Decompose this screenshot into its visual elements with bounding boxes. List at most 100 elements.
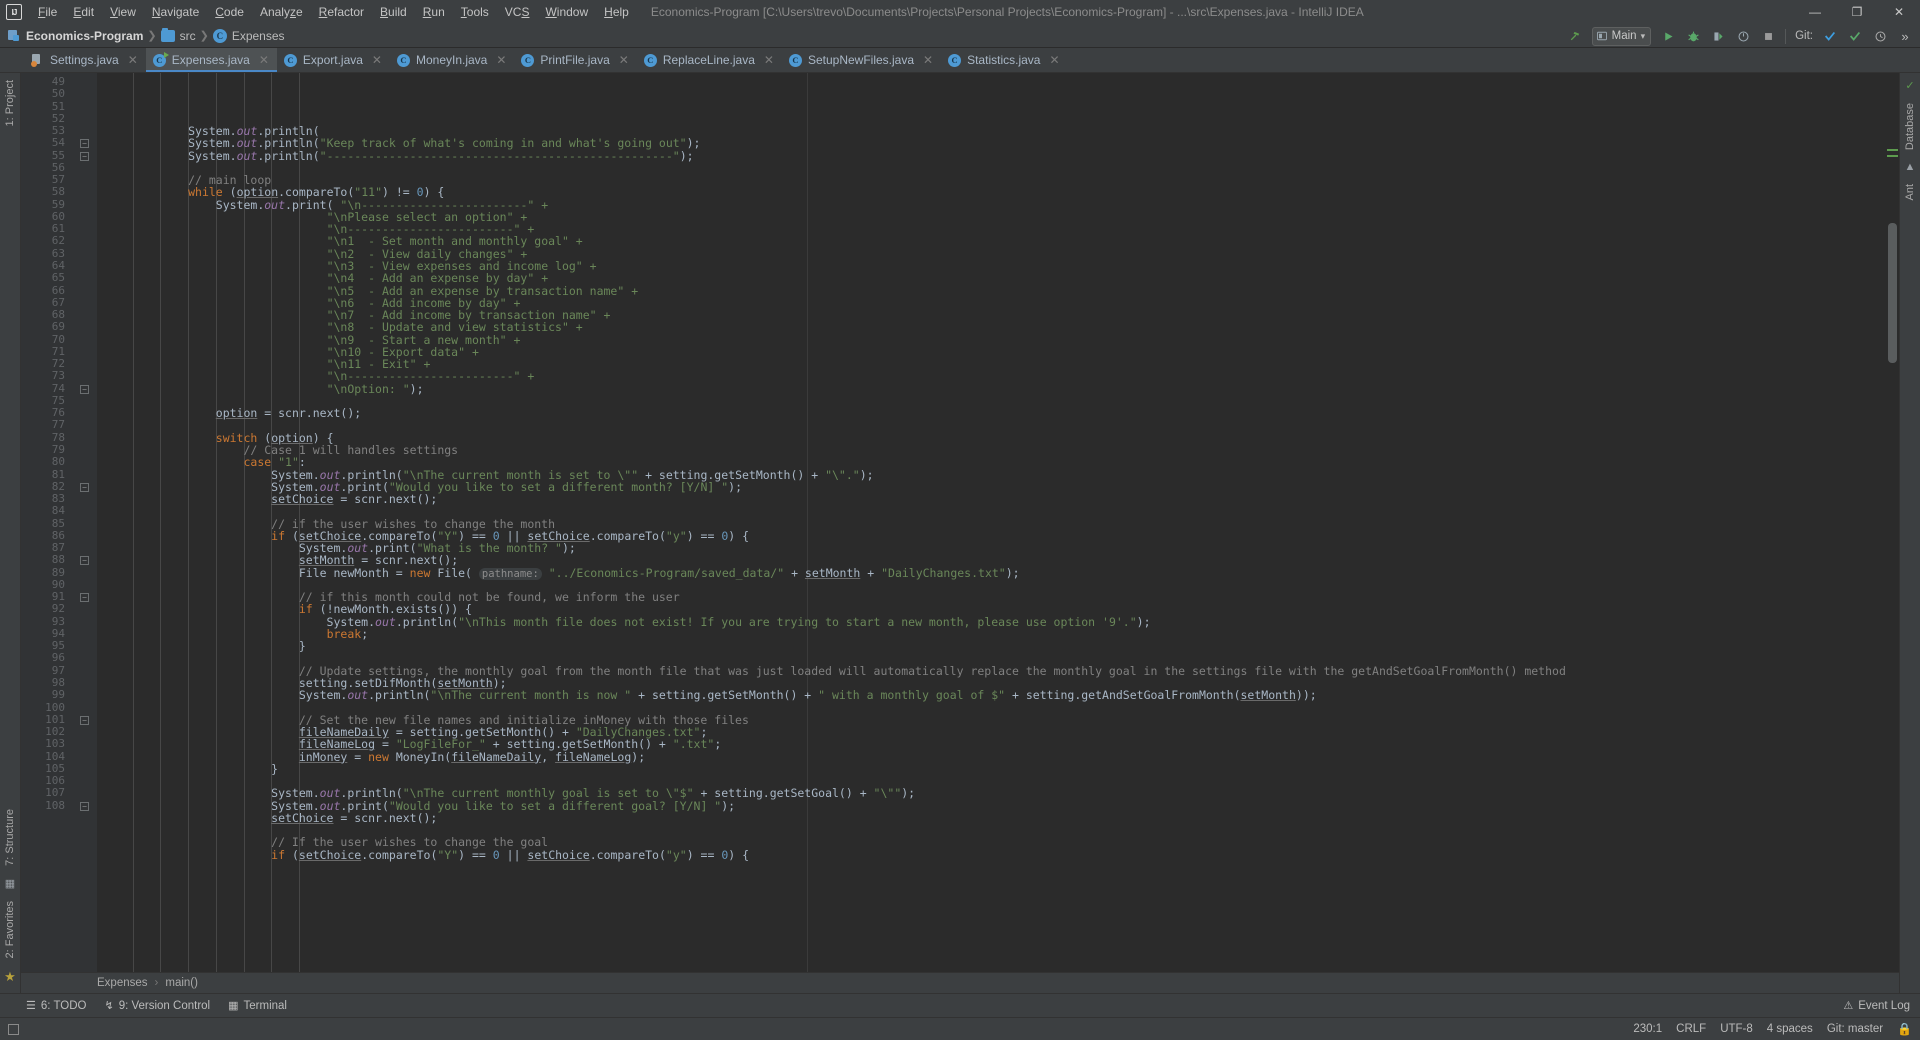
fold-toggle-icon[interactable]: − (80, 801, 89, 811)
git-history-button[interactable] (1869, 26, 1891, 46)
editor-scrollbar[interactable] (1886, 73, 1899, 972)
gutter-line[interactable]: 54− (21, 137, 97, 149)
gutter-line[interactable]: 62 (21, 235, 97, 248)
file-encoding[interactable]: UTF-8 (1720, 1023, 1753, 1035)
code-line[interactable]: option = scnr.next(); (97, 407, 1899, 419)
menu-build[interactable]: Build (372, 2, 415, 22)
menu-tools[interactable]: Tools (453, 2, 497, 22)
gutter-line[interactable]: 69 (21, 321, 97, 334)
gutter-line[interactable]: 70 (21, 333, 97, 346)
code-line[interactable]: System.out.println("--------------------… (97, 149, 1899, 162)
debug-button[interactable] (1682, 26, 1704, 46)
tool-window-terminal[interactable]: ▦ Terminal (228, 999, 287, 1013)
stop-button[interactable] (1757, 26, 1779, 46)
fold-toggle-icon[interactable]: − (80, 139, 89, 149)
gutter-line[interactable]: 96 (21, 652, 97, 665)
tool-window-todo[interactable]: ☰ 6: TODO (26, 999, 86, 1013)
close-tab-icon[interactable]: ✕ (619, 54, 629, 66)
menu-window[interactable]: Window (537, 2, 596, 22)
editor-tab-setupnewfiles-java[interactable]: C SetupNewFiles.java ✕ (782, 48, 941, 72)
code-line[interactable]: System.out.println("\nThe current month … (97, 689, 1899, 701)
menu-file[interactable]: File (30, 2, 65, 22)
favorites-star-icon[interactable]: ★ (4, 965, 16, 993)
run-configuration-selector[interactable]: Main ▾ (1591, 26, 1652, 46)
gutter-line[interactable]: 73 (21, 370, 97, 383)
gutter-line[interactable]: 66 (21, 284, 97, 297)
menu-analyze[interactable]: Analyze (252, 2, 311, 22)
editor-tab-statistics-java[interactable]: C Statistics.java ✕ (941, 48, 1067, 72)
sidebar-item-database[interactable]: Database (1901, 96, 1919, 157)
close-tab-icon[interactable]: ✕ (764, 54, 774, 66)
scrollbar-thumb[interactable] (1888, 223, 1897, 363)
close-tab-icon[interactable]: ✕ (923, 54, 933, 66)
editor-tab-printfile-java[interactable]: C PrintFile.java ✕ (514, 48, 636, 72)
gutter-line[interactable]: 51 (21, 100, 97, 113)
gutter-line[interactable]: 84 (21, 505, 97, 518)
gutter-line[interactable]: 108− (21, 799, 97, 812)
close-tab-icon[interactable]: ✕ (372, 54, 382, 66)
fold-toggle-icon[interactable]: − (80, 556, 89, 566)
close-tab-icon[interactable]: ✕ (259, 54, 269, 66)
gutter-line[interactable]: 80 (21, 455, 97, 468)
code-line[interactable]: inMoney = new MoneyIn(fileNameDaily, fil… (97, 750, 1899, 763)
tool-window-event-log[interactable]: ⚠ Event Log (1843, 999, 1910, 1013)
fold-toggle-icon[interactable]: − (80, 384, 89, 394)
close-tab-icon[interactable]: ✕ (496, 54, 506, 66)
run-button[interactable] (1657, 26, 1679, 46)
indent-setting[interactable]: 4 spaces (1767, 1023, 1813, 1035)
sidebar-item-project[interactable]: 1: Project (1, 73, 19, 133)
sidebar-item-ant[interactable]: Ant (1901, 177, 1919, 208)
minimize-button[interactable]: — (1794, 0, 1836, 24)
caret-position[interactable]: 230:1 (1633, 1023, 1662, 1035)
menu-refactor[interactable]: Refactor (311, 2, 372, 22)
breadcrumb-project[interactable]: Economics-Program (8, 29, 143, 43)
menu-code[interactable]: Code (207, 2, 252, 22)
editor-tab-export-java[interactable]: C Export.java ✕ (277, 48, 390, 72)
code-line[interactable]: } (97, 640, 1899, 652)
close-button[interactable]: ✕ (1878, 0, 1920, 24)
line-separator[interactable]: CRLF (1676, 1023, 1706, 1035)
build-button[interactable] (1564, 26, 1586, 46)
code-line[interactable]: break; (97, 628, 1899, 640)
code-line[interactable] (97, 395, 1899, 407)
lock-icon[interactable]: 🔒 (1897, 1022, 1912, 1036)
editor-code-area[interactable]: System.out.println( System.out.println("… (97, 73, 1899, 972)
fold-toggle-icon[interactable]: − (80, 715, 89, 725)
profile-button[interactable] (1732, 26, 1754, 46)
memory-indicator-icon[interactable] (8, 1023, 19, 1035)
code-line[interactable] (97, 162, 1899, 174)
editor-tab-settings-java[interactable]: Settings.java ✕ (24, 48, 146, 72)
ant-icon[interactable]: ▲ (1905, 157, 1916, 177)
code-line[interactable]: } (97, 763, 1899, 775)
toolbar-overflow-button[interactable]: » (1894, 26, 1916, 46)
gutter-line[interactable]: 85 (21, 517, 97, 530)
code-line[interactable]: if (setChoice.compareTo("Y") == 0 || set… (97, 849, 1899, 861)
menu-navigate[interactable]: Navigate (144, 2, 207, 22)
gutter-line[interactable]: 103 (21, 738, 97, 751)
breadcrumb-folder[interactable]: src (160, 27, 196, 43)
fold-toggle-icon[interactable]: − (80, 482, 89, 492)
editor-tab-replaceline-java[interactable]: C ReplaceLine.java ✕ (637, 48, 782, 72)
gutter-line[interactable]: 81 (21, 468, 97, 481)
run-with-coverage-button[interactable] (1707, 26, 1729, 46)
menu-help[interactable]: Help (596, 2, 637, 22)
git-update-button[interactable] (1819, 26, 1841, 46)
code-line[interactable]: // Case 1 will handles settings (97, 444, 1899, 456)
fold-toggle-icon[interactable]: − (80, 151, 89, 161)
close-tab-icon[interactable]: ✕ (128, 54, 138, 66)
sidebar-item-structure[interactable]: 7: Structure (1, 802, 19, 873)
gutter-line[interactable]: 107 (21, 787, 97, 800)
gutter-line[interactable]: 100 (21, 701, 97, 714)
editor-tab-expenses-java[interactable]: C Expenses.java ✕ (145, 48, 277, 72)
gutter-line[interactable]: 88− (21, 554, 97, 566)
menu-edit[interactable]: Edit (65, 2, 102, 22)
code-line[interactable]: setChoice = scnr.next(); (97, 493, 1899, 505)
menu-view[interactable]: View (102, 2, 144, 22)
breadcrumb-class[interactable]: Expenses (97, 977, 148, 989)
git-branch[interactable]: Git: master (1827, 1023, 1883, 1035)
breadcrumb-file[interactable]: C Expenses (212, 28, 285, 43)
menu-vcs[interactable]: VCS (497, 2, 538, 22)
maximize-button[interactable]: ❐ (1836, 0, 1878, 24)
code-editor[interactable]: 49 50 51 52 53 54−55−56 57 58 59 60 61 62 63 64 65 66 67… (21, 73, 1899, 972)
gutter-line[interactable]: 65 (21, 271, 97, 284)
